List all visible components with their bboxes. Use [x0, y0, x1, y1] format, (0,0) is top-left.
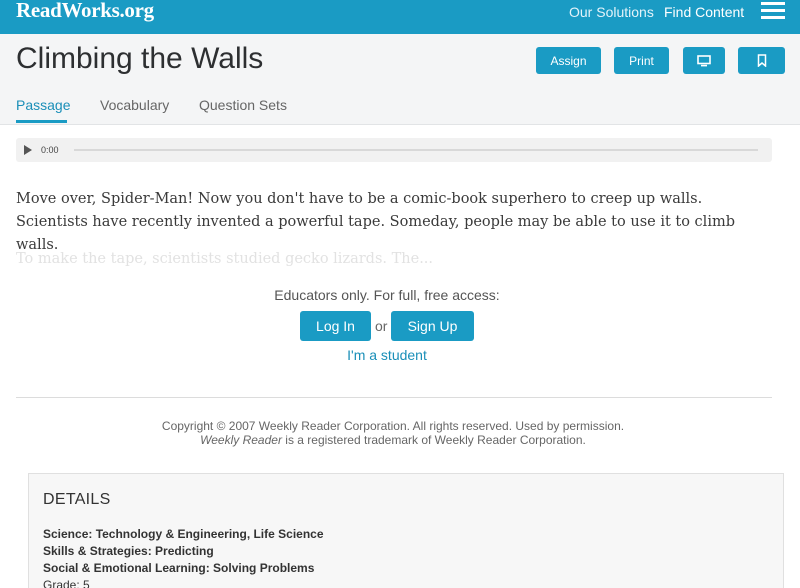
bookmark-icon [757, 54, 766, 67]
tab-vocabulary[interactable]: Vocabulary [100, 97, 169, 113]
page-title: Climbing the Walls [16, 42, 264, 75]
login-button[interactable]: Log In [300, 311, 371, 341]
tab-passage[interactable]: Passage [16, 97, 70, 113]
details-panel: DETAILS Science: Technology & Engineerin… [28, 473, 784, 588]
trademark-line: Weekly Reader is a registered trademark … [0, 433, 786, 447]
access-message: Educators only. For full, free access: [274, 287, 500, 303]
trademark-text: is a registered trademark of Weekly Read… [281, 433, 586, 447]
play-icon[interactable] [24, 145, 32, 155]
student-link[interactable]: I'm a student [0, 347, 774, 363]
nav-find-content[interactable]: Find Content [664, 4, 744, 20]
readworks-logo[interactable]: ReadWorks.org [16, 0, 154, 23]
detail-grade: Grade: 5 [43, 578, 90, 588]
tab-question-sets[interactable]: Question Sets [199, 97, 287, 113]
detail-skills: Skills & Strategies: Predicting [43, 544, 214, 558]
top-nav-bar: ReadWorks.org Our Solutions Find Content [0, 0, 800, 34]
nav-our-solutions[interactable]: Our Solutions [569, 4, 654, 20]
detail-subject: Science: Technology & Engineering, Life … [43, 527, 324, 541]
audio-player: 0:00 [16, 138, 772, 162]
copyright-line: Copyright © 2007 Weekly Reader Corporati… [161, 419, 625, 433]
audio-seek-bar[interactable] [74, 149, 758, 151]
trademark-name: Weekly Reader [200, 433, 282, 447]
monitor-icon [697, 54, 711, 66]
details-heading: DETAILS [43, 491, 111, 508]
present-button[interactable] [683, 47, 725, 74]
copyright-notice: Copyright © 2007 Weekly Reader Corporati… [0, 419, 786, 447]
save-bookmark-button[interactable] [738, 47, 785, 74]
assign-button[interactable]: Assign [536, 47, 601, 74]
hamburger-menu-icon[interactable] [761, 0, 785, 20]
active-tab-indicator [16, 120, 67, 123]
detail-sel: Social & Emotional Learning: Solving Pro… [43, 561, 315, 575]
article-header: Climbing the Walls Assign Print Passage … [0, 34, 800, 125]
audio-time: 0:00 [41, 145, 59, 155]
print-button[interactable]: Print [614, 47, 669, 74]
passage-paragraph: Move over, Spider-Man! Now you don't hav… [16, 191, 735, 253]
or-separator: or [375, 318, 388, 334]
passage-preview-faded: To make the tape, scientists studied gec… [16, 251, 434, 267]
signup-button[interactable]: Sign Up [391, 311, 474, 341]
divider [16, 397, 772, 398]
